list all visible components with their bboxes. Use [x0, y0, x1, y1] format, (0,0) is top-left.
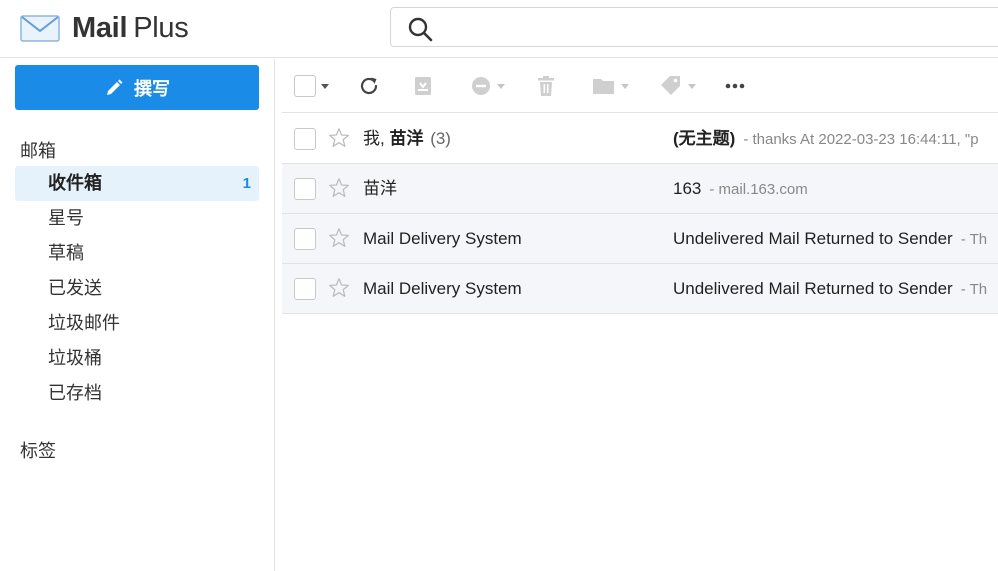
compose-label: 撰写	[134, 78, 170, 99]
pencil-icon	[107, 79, 123, 95]
mail-preview: - Th	[960, 231, 988, 248]
refresh-icon	[360, 77, 378, 95]
unread-count-badge: 1	[242, 175, 251, 192]
app-logo[interactable]: Mail Plus	[20, 10, 189, 46]
mail-subject: (无主题)	[673, 129, 736, 148]
mail-app: Mail Plus 撰写 邮箱 收件箱 1 星号 草稿 已发送 垃圾邮件 垃圾桶…	[0, 0, 998, 571]
envelope-logo-icon	[20, 15, 60, 42]
mail-subject-line: 163 - mail.163.com	[673, 164, 998, 215]
sidebar-item-label: 草稿	[48, 243, 84, 263]
sender-name: Mail Delivery System	[363, 229, 522, 248]
sidebar-item-spam[interactable]: 垃圾邮件	[15, 306, 259, 341]
archive-icon	[415, 77, 431, 95]
mailbox-header[interactable]: 邮箱	[20, 137, 56, 163]
label-button[interactable]	[659, 73, 696, 99]
sidebar-item-starred[interactable]: 星号	[15, 201, 259, 236]
sender-name: 苗洋	[389, 129, 424, 148]
star-icon[interactable]	[328, 277, 350, 299]
mail-preview: - Th	[960, 281, 988, 298]
delete-button[interactable]	[535, 73, 557, 99]
sender-prefix: 我,	[363, 129, 390, 148]
chevron-down-icon	[321, 83, 329, 89]
star-icon[interactable]	[328, 227, 350, 249]
tag-icon	[661, 76, 680, 95]
archive-button[interactable]	[412, 73, 434, 99]
app-name-regular: Plus	[133, 12, 189, 44]
sidebar-item-label: 已发送	[48, 278, 102, 298]
mail-row[interactable]: 苗洋 163 - mail.163.com	[282, 164, 998, 214]
mail-row[interactable]: Mail Delivery System Undelivered Mail Re…	[282, 214, 998, 264]
sender-name: 苗洋	[363, 179, 397, 198]
sidebar-item-sent[interactable]: 已发送	[15, 271, 259, 306]
sidebar-item-label: 星号	[48, 208, 84, 228]
folder-icon	[593, 79, 614, 94]
mail-subject: Undelivered Mail Returned to Sender	[673, 279, 953, 298]
mail-sender: Mail Delivery System	[363, 264, 522, 314]
mail-subject: 163	[673, 179, 702, 198]
compose-button[interactable]: 撰写	[15, 65, 259, 110]
star-icon[interactable]	[328, 177, 350, 199]
row-checkbox[interactable]	[294, 228, 316, 250]
thread-count: (3)	[430, 129, 451, 148]
mail-preview: - thanks At 2022-03-23 16:44:11, "p	[743, 131, 979, 148]
mail-sender: 苗洋	[363, 164, 397, 214]
app-name: Mail Plus	[72, 10, 189, 46]
sidebar-item-inbox[interactable]: 收件箱 1	[15, 166, 259, 201]
sidebar-item-label: 垃圾桶	[48, 348, 102, 368]
search-icon	[408, 17, 433, 42]
block-icon	[472, 77, 490, 95]
mail-subject: Undelivered Mail Returned to Sender	[673, 229, 953, 248]
sidebar-item-label: 收件箱	[48, 173, 102, 193]
mail-sender: Mail Delivery System	[363, 214, 522, 264]
search-input[interactable]	[390, 7, 998, 47]
mail-toolbar	[282, 59, 998, 113]
row-checkbox[interactable]	[294, 278, 316, 300]
sender-name: Mail Delivery System	[363, 279, 522, 298]
sidebar-item-drafts[interactable]: 草稿	[15, 236, 259, 271]
mail-subject-line: (无主题) - thanks At 2022-03-23 16:44:11, "p	[673, 114, 998, 165]
chevron-down-icon	[497, 83, 505, 89]
sidebar-item-label: 已存档	[48, 383, 102, 403]
row-checkbox[interactable]	[294, 178, 316, 200]
sidebar-item-trash[interactable]: 垃圾桶	[15, 341, 259, 376]
star-icon[interactable]	[328, 127, 350, 149]
top-header: Mail Plus	[0, 0, 998, 58]
row-checkbox[interactable]	[294, 128, 316, 150]
mail-row[interactable]: 我, 苗洋 (3) (无主题) - thanks At 2022-03-23 16…	[282, 114, 998, 164]
sidebar-item-label: 垃圾邮件	[48, 313, 120, 333]
mail-row[interactable]: Mail Delivery System Undelivered Mail Re…	[282, 264, 998, 314]
mail-sender: 我, 苗洋 (3)	[363, 114, 451, 164]
mail-subject-line: Undelivered Mail Returned to Sender - Th	[673, 264, 998, 315]
block-sender-button[interactable]	[470, 73, 505, 99]
refresh-button[interactable]	[358, 73, 380, 99]
sidebar: 撰写 邮箱 收件箱 1 星号 草稿 已发送 垃圾邮件 垃圾桶 已存档 标签	[0, 59, 275, 571]
trash-icon	[538, 76, 554, 96]
select-all-dropdown[interactable]	[294, 73, 329, 99]
mail-subject-line: Undelivered Mail Returned to Sender - Th	[673, 214, 998, 265]
more-icon	[725, 83, 745, 89]
app-name-bold: Mail	[72, 12, 128, 44]
mail-preview: - mail.163.com	[709, 181, 808, 198]
chevron-down-icon	[688, 83, 696, 89]
more-actions-button[interactable]	[724, 73, 746, 99]
sidebar-item-archive[interactable]: 已存档	[15, 376, 259, 411]
labels-header[interactable]: 标签	[20, 437, 56, 463]
mail-list: 我, 苗洋 (3) (无主题) - thanks At 2022-03-23 16…	[282, 114, 998, 314]
select-all-checkbox[interactable]	[294, 75, 316, 97]
chevron-down-icon	[621, 83, 629, 89]
move-to-folder-button[interactable]	[592, 73, 629, 99]
